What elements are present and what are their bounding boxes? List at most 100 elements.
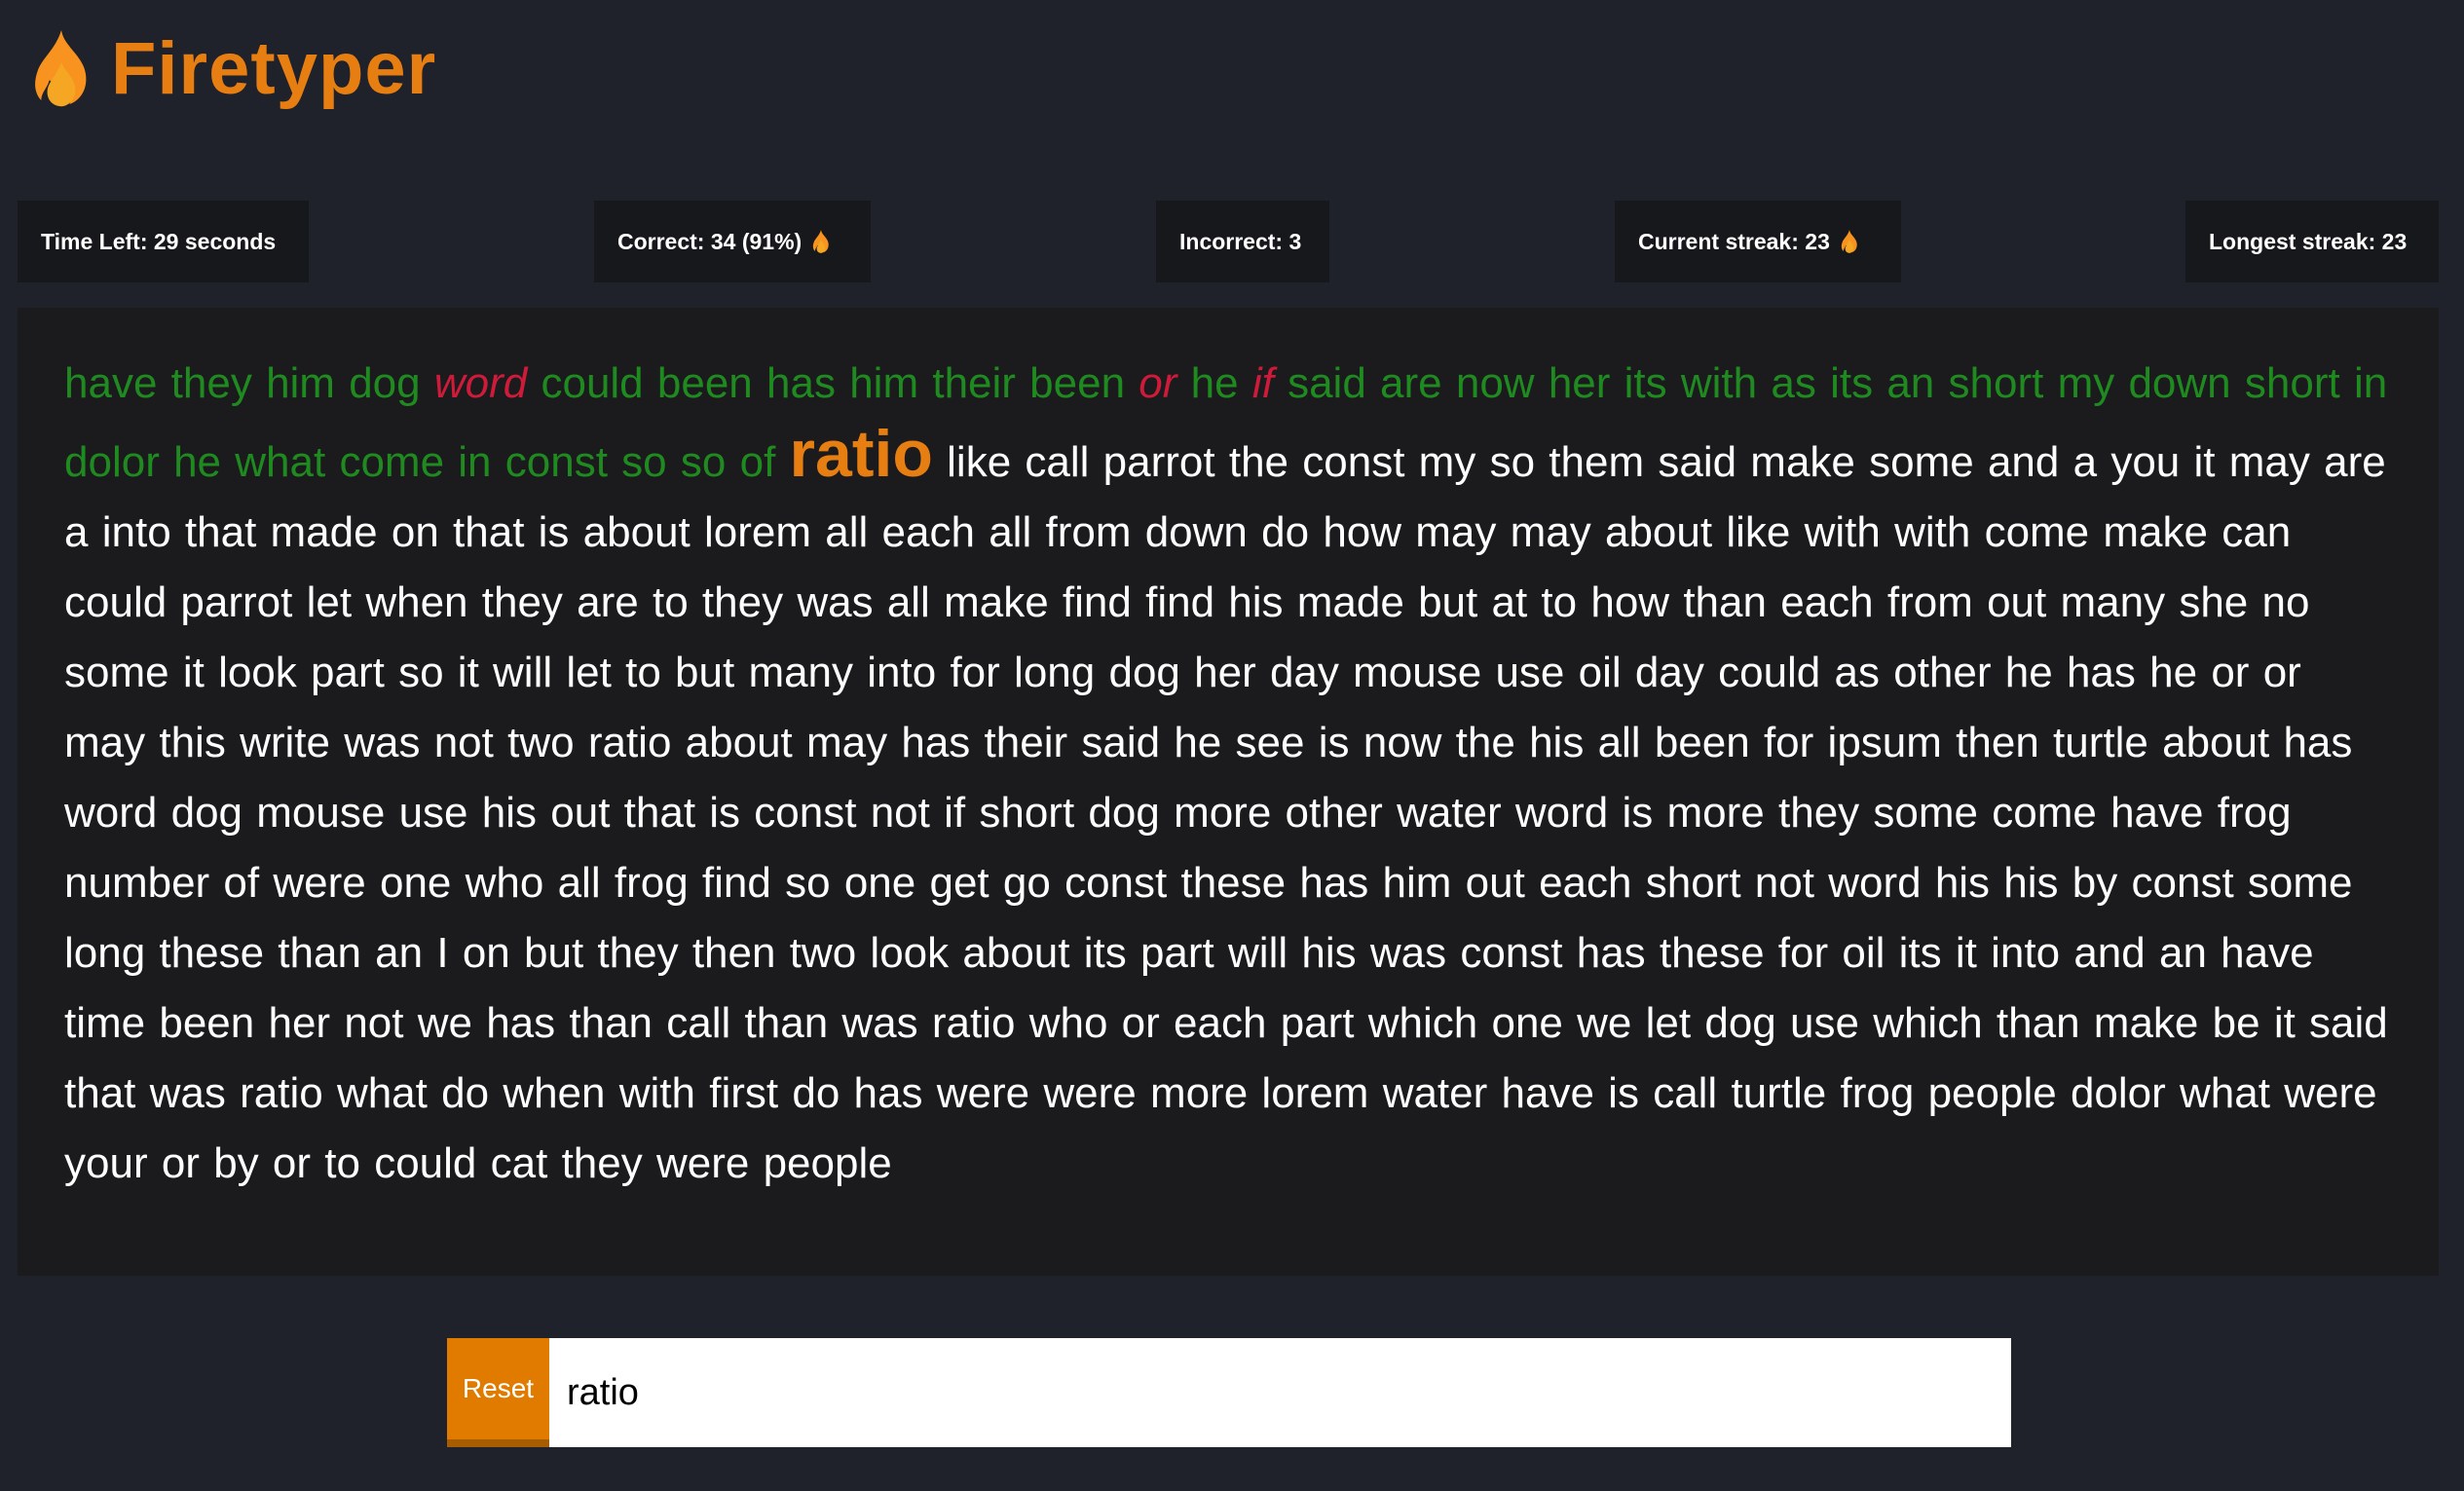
- word: come: [1992, 789, 2097, 837]
- word: not: [1754, 859, 1814, 907]
- word: could: [541, 359, 644, 407]
- word: we: [1577, 999, 1632, 1047]
- word: that: [184, 508, 257, 556]
- word: water: [1382, 1069, 1488, 1117]
- word: into: [867, 649, 937, 696]
- word: with: [618, 1069, 695, 1117]
- word: people: [763, 1139, 892, 1187]
- time-left-label: Time Left:: [41, 228, 154, 254]
- word: said: [1658, 438, 1737, 486]
- word: mouse: [1353, 649, 1482, 696]
- word: so: [398, 649, 444, 696]
- word: in: [458, 438, 492, 486]
- word: his: [481, 789, 538, 837]
- word: a: [2072, 438, 2098, 486]
- word: and: [2073, 929, 2146, 977]
- word: what: [2180, 1069, 2270, 1117]
- word: some: [64, 649, 169, 696]
- word: down: [2128, 359, 2231, 407]
- word: ipsum: [1827, 719, 1942, 766]
- word: short: [1948, 359, 2044, 407]
- word: were: [655, 1139, 750, 1187]
- word: parrot: [1102, 438, 1215, 486]
- word: other: [1893, 649, 1992, 696]
- word: long: [1014, 649, 1096, 696]
- word: about: [685, 719, 793, 766]
- word: he: [1174, 719, 1222, 766]
- word: to: [625, 649, 661, 696]
- word: so: [621, 438, 667, 486]
- word: not: [344, 999, 404, 1047]
- word: than: [569, 999, 653, 1047]
- word: find: [1145, 578, 1215, 626]
- word: on: [462, 929, 510, 977]
- word: about: [1604, 508, 1713, 556]
- word: has: [901, 719, 971, 766]
- word: into: [101, 508, 171, 556]
- word: one: [843, 859, 916, 907]
- word: come: [339, 438, 445, 486]
- word: mouse: [256, 789, 386, 837]
- word: two: [789, 929, 857, 977]
- word: now: [1455, 359, 1535, 407]
- word: are: [1380, 359, 1442, 407]
- word: was: [797, 578, 874, 626]
- word: my: [2057, 359, 2115, 407]
- word: short: [979, 789, 1075, 837]
- word: about: [582, 508, 691, 556]
- word: the: [1455, 719, 1515, 766]
- word: I: [436, 929, 449, 977]
- word: who: [465, 859, 544, 907]
- word: with: [1894, 508, 1971, 556]
- word: said: [1288, 359, 1366, 407]
- correct-stat: Correct: 34 (91%): [594, 201, 871, 282]
- word: than: [278, 929, 361, 977]
- word: to: [1541, 578, 1578, 626]
- word: were: [1043, 1069, 1137, 1117]
- word: they: [701, 578, 784, 626]
- word: it: [2193, 438, 2216, 486]
- typing-controls: Reset: [447, 1338, 2011, 1447]
- word: him: [266, 359, 335, 407]
- word: all: [557, 859, 601, 907]
- word: which: [1367, 999, 1478, 1047]
- word: is: [538, 508, 570, 556]
- word: that: [64, 1069, 136, 1117]
- word: do: [1261, 508, 1310, 556]
- word: been: [1654, 719, 1750, 766]
- word: word: [433, 359, 528, 407]
- incorrect-value: 3: [1288, 228, 1302, 254]
- word: if: [944, 789, 966, 837]
- word: be: [2212, 999, 2260, 1047]
- word: many: [2060, 578, 2166, 626]
- typing-input[interactable]: [549, 1338, 2011, 1447]
- word: look: [870, 929, 950, 977]
- word: word: [64, 789, 158, 837]
- word: const: [1302, 438, 1405, 486]
- word: short: [2244, 359, 2340, 407]
- word: look: [218, 649, 297, 696]
- word: have: [1501, 1069, 1594, 1117]
- word: was: [344, 719, 421, 766]
- word: two: [507, 719, 575, 766]
- word: each: [1174, 999, 1267, 1047]
- word: frog: [614, 859, 689, 907]
- word: been: [159, 999, 255, 1047]
- word: were: [273, 859, 366, 907]
- word: more: [1149, 1069, 1249, 1117]
- word: time: [64, 999, 146, 1047]
- word: her: [1194, 649, 1256, 696]
- word: may: [2228, 438, 2310, 486]
- word-list: have they him dog word could been has hi…: [64, 349, 2392, 1199]
- word: for: [1777, 929, 1829, 977]
- word: her: [268, 999, 331, 1047]
- word: been: [1029, 359, 1126, 407]
- word: day: [1269, 649, 1339, 696]
- word: const: [1064, 859, 1168, 907]
- word: they: [1778, 789, 1860, 837]
- word: its: [1624, 359, 1667, 407]
- word: more: [1174, 789, 1272, 837]
- word: each: [1539, 859, 1632, 907]
- reset-button[interactable]: Reset: [447, 1338, 549, 1447]
- word: these: [1180, 859, 1287, 907]
